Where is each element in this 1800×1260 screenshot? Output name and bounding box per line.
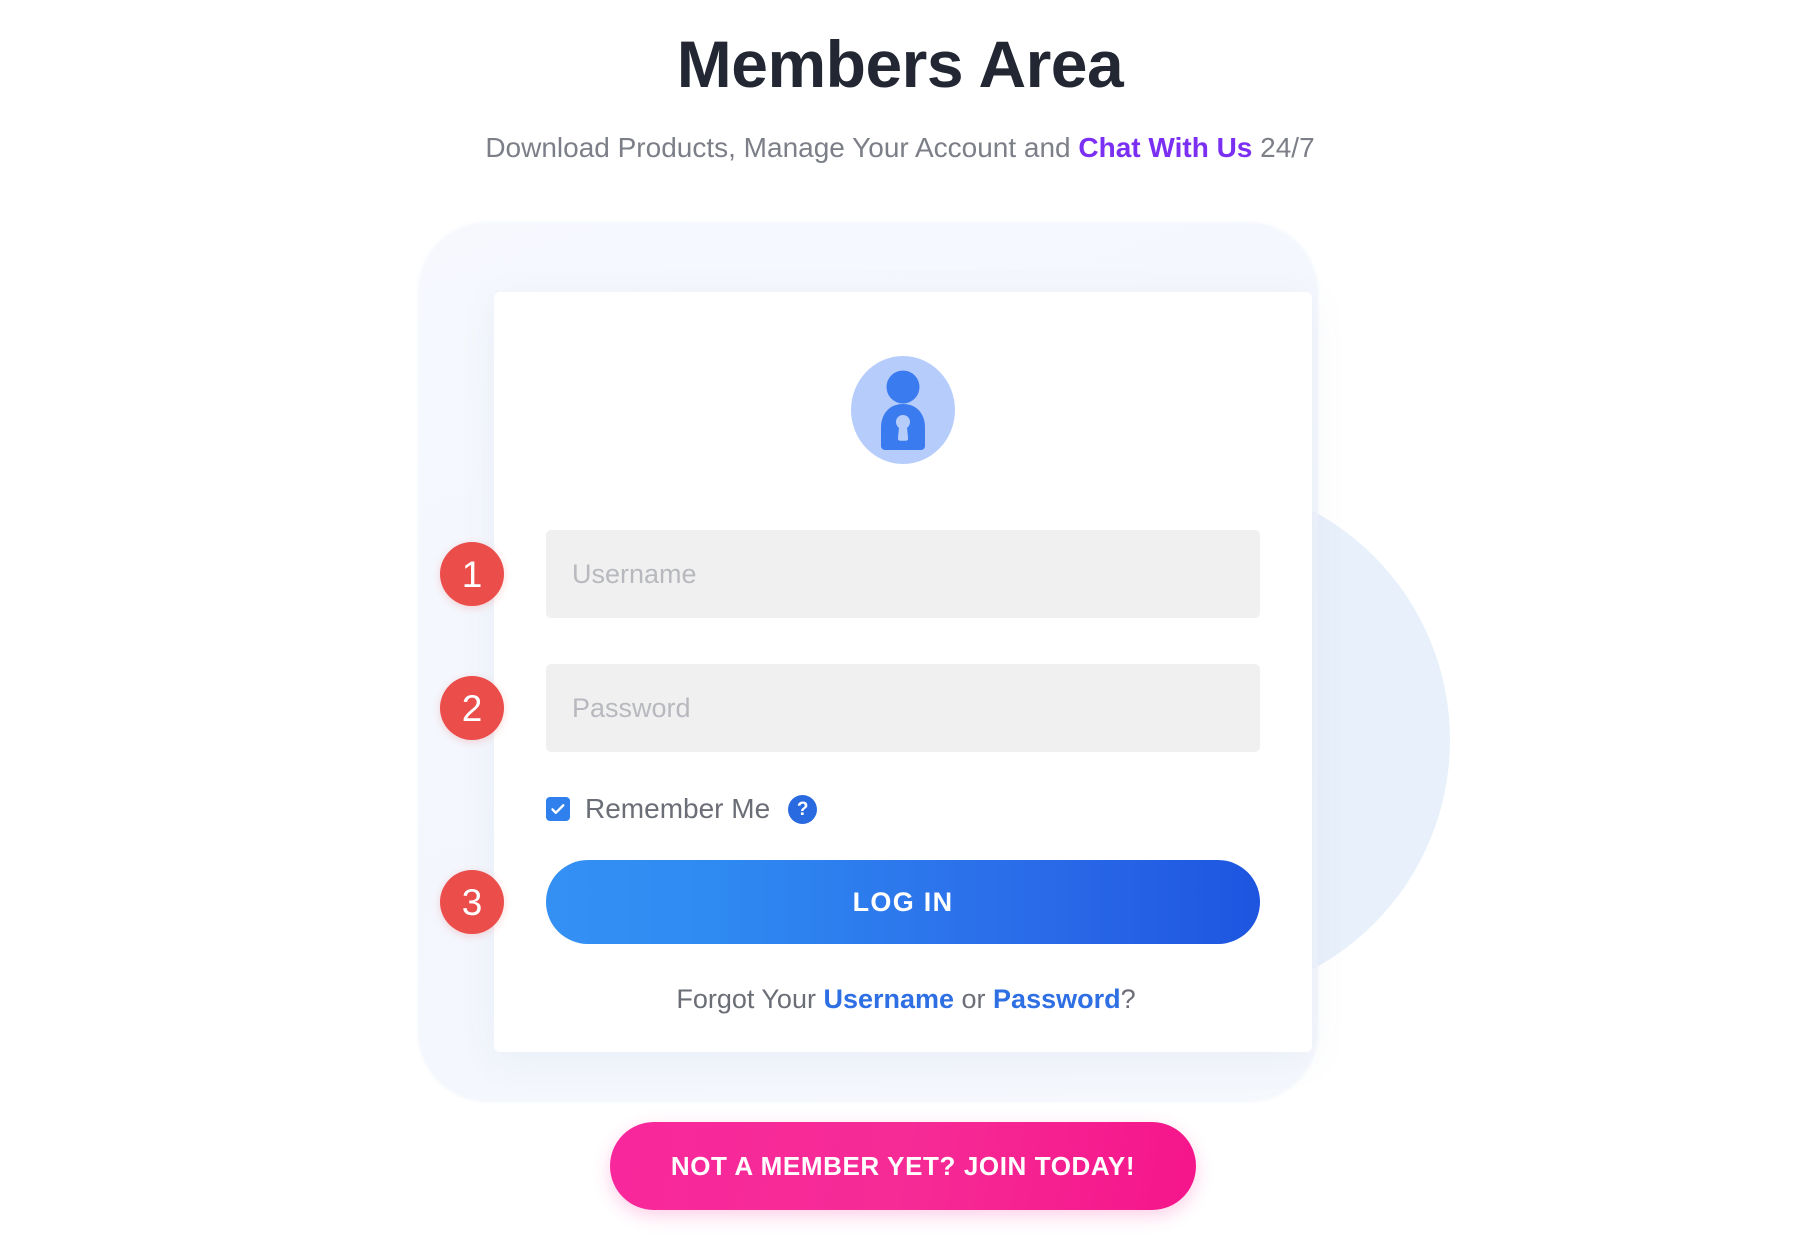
- forgot-password-link[interactable]: Password: [993, 984, 1121, 1014]
- username-input[interactable]: [546, 530, 1260, 618]
- login-button-row: 3 LOG IN: [440, 860, 1312, 944]
- username-row: 1: [440, 530, 1312, 618]
- page-header: Members Area Download Products, Manage Y…: [0, 0, 1800, 166]
- forgot-username-link[interactable]: Username: [823, 984, 954, 1014]
- login-form: 1 2 Remember Me ? 3 LOG: [440, 530, 1312, 1015]
- step-badge-1: 1: [440, 542, 504, 606]
- step-badge-3: 3: [440, 870, 504, 934]
- remember-me-label: Remember Me: [585, 793, 771, 824]
- chat-with-us-link[interactable]: Chat With Us: [1078, 132, 1252, 163]
- user-lock-icon: [851, 356, 955, 464]
- subtitle-prefix-text: Download Products, Manage Your Account a…: [485, 131, 1079, 163]
- forgot-prefix-text: Forgot Your: [676, 984, 824, 1014]
- remember-me-checkbox[interactable]: [546, 797, 570, 821]
- question-mark-icon[interactable]: ?: [788, 794, 818, 824]
- remember-me-row: Remember Me ?: [494, 786, 1312, 832]
- checkmark-icon: [551, 804, 565, 814]
- password-input[interactable]: [546, 664, 1260, 752]
- login-page: Members Area Download Products, Manage Y…: [0, 0, 1800, 1260]
- avatar: [494, 354, 1312, 466]
- login-card: 1 2 Remember Me ? 3 LOG: [440, 292, 1312, 1052]
- subtitle-suffix-text: 24/7: [1252, 131, 1315, 163]
- page-title: Members Area: [676, 27, 1124, 101]
- password-row: 2: [440, 664, 1312, 752]
- join-today-button[interactable]: NOT A MEMBER YET? JOIN TODAY!: [610, 1122, 1196, 1210]
- forgot-middle-text: or: [954, 984, 994, 1014]
- step-badge-2: 2: [440, 676, 504, 740]
- forgot-suffix-text: ?: [1120, 984, 1136, 1014]
- forgot-credentials-text: Forgot Your Username or Password?: [494, 984, 1312, 1015]
- log-in-button[interactable]: LOG IN: [546, 860, 1260, 944]
- page-subtitle: Download Products, Manage Your Account a…: [0, 130, 1800, 166]
